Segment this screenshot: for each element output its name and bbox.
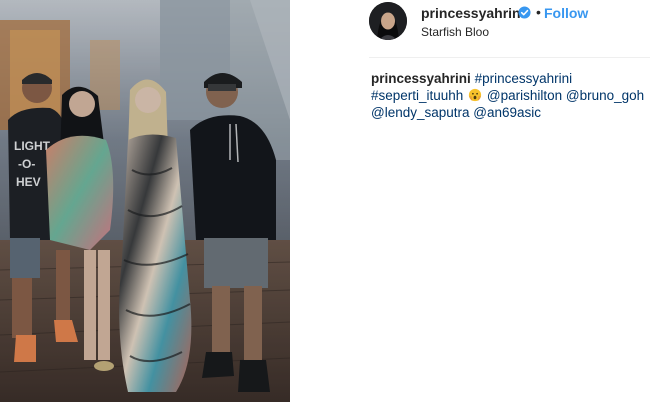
caption-line-3: @lendy_saputra @an69asic xyxy=(371,104,650,121)
follow-button[interactable]: Follow xyxy=(544,5,588,21)
post-photo[interactable]: LIGHT -O- HEV xyxy=(0,0,290,402)
mention-link[interactable]: @parishilton xyxy=(487,88,562,103)
separator-dot: • xyxy=(536,4,541,20)
mention-link[interactable]: @an69asic xyxy=(473,105,541,120)
post-caption: princessyahrini #princessyahrini #sepert… xyxy=(371,70,650,121)
caption-line-2: #seperti_ituuhh @parishilton @bruno_goh xyxy=(371,87,650,104)
hashtag-link[interactable]: #princessyahrini xyxy=(475,71,573,86)
instagram-post: LIGHT -O- HEV princessyahrini • Follow S… xyxy=(0,0,650,402)
hashtag-link[interactable]: #seperti_ituuhh xyxy=(371,88,463,103)
caption-author-link[interactable]: princessyahrini xyxy=(371,71,471,86)
location-link[interactable]: Starfish Bloo xyxy=(421,25,489,39)
header-divider xyxy=(369,57,650,58)
mention-link[interactable]: @lendy_saputra xyxy=(371,105,470,120)
face-with-hands-on-cheeks-emoji-icon xyxy=(468,88,482,102)
verified-badge-icon xyxy=(518,6,531,19)
mention-link[interactable]: @bruno_goh xyxy=(566,88,644,103)
post-header: princessyahrini • Follow Starfish Bloo xyxy=(290,0,650,58)
username-link[interactable]: princessyahrini xyxy=(421,5,525,21)
post-sidebar: princessyahrini • Follow Starfish Bloo p… xyxy=(290,0,650,402)
caption-line-1: princessyahrini #princessyahrini xyxy=(371,70,650,87)
avatar[interactable] xyxy=(369,2,407,40)
